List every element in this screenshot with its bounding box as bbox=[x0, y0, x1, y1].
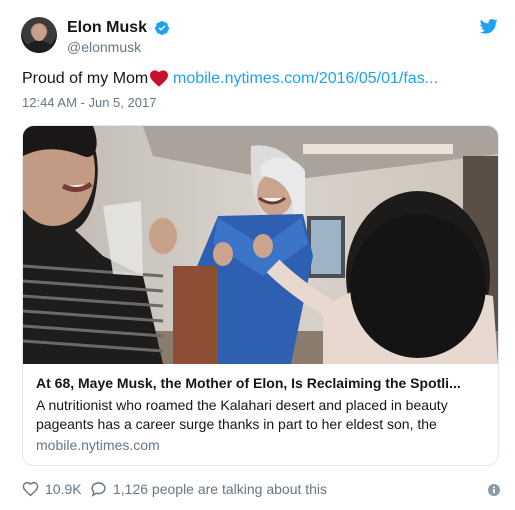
tweet-text: Proud of my Mom bbox=[22, 70, 149, 87]
embedded-tweet: Elon Musk @elonmusk Proud of my Mom mobi… bbox=[0, 0, 515, 510]
card-description: A nutritionist who roamed the Kalahari d… bbox=[36, 397, 448, 432]
tweet-timestamp[interactable]: 12:44 AM - Jun 5, 2017 bbox=[22, 95, 156, 110]
avatar-face bbox=[32, 24, 46, 41]
twitter-bird-icon[interactable] bbox=[480, 19, 498, 34]
article-photo bbox=[23, 126, 498, 364]
heart-outline-icon[interactable] bbox=[22, 481, 39, 497]
red-heart-icon bbox=[150, 70, 168, 87]
author-handle[interactable]: @elonmusk bbox=[67, 39, 141, 55]
author-name[interactable]: Elon Musk bbox=[67, 19, 147, 37]
info-icon[interactable] bbox=[488, 484, 500, 496]
tweet-actions: 10.9K 1,126 people are talking about thi… bbox=[22, 478, 500, 500]
avatar-body bbox=[26, 41, 52, 53]
reply-bubble-icon[interactable] bbox=[90, 481, 107, 497]
verified-badge-icon bbox=[154, 21, 169, 35]
card-domain: mobile.nytimes.com bbox=[36, 437, 160, 453]
conversation-count[interactable]: 1,126 people are talking about this bbox=[113, 481, 327, 497]
article-link[interactable]: mobile.nytimes.com/2016/05/01/fas... bbox=[173, 70, 438, 88]
link-preview-card[interactable]: At 68, Maye Musk, the Mother of Elon, Is… bbox=[22, 125, 499, 466]
avatar[interactable] bbox=[21, 17, 57, 53]
card-title[interactable]: At 68, Maye Musk, the Mother of Elon, Is… bbox=[36, 375, 461, 391]
like-count[interactable]: 10.9K bbox=[45, 481, 82, 497]
